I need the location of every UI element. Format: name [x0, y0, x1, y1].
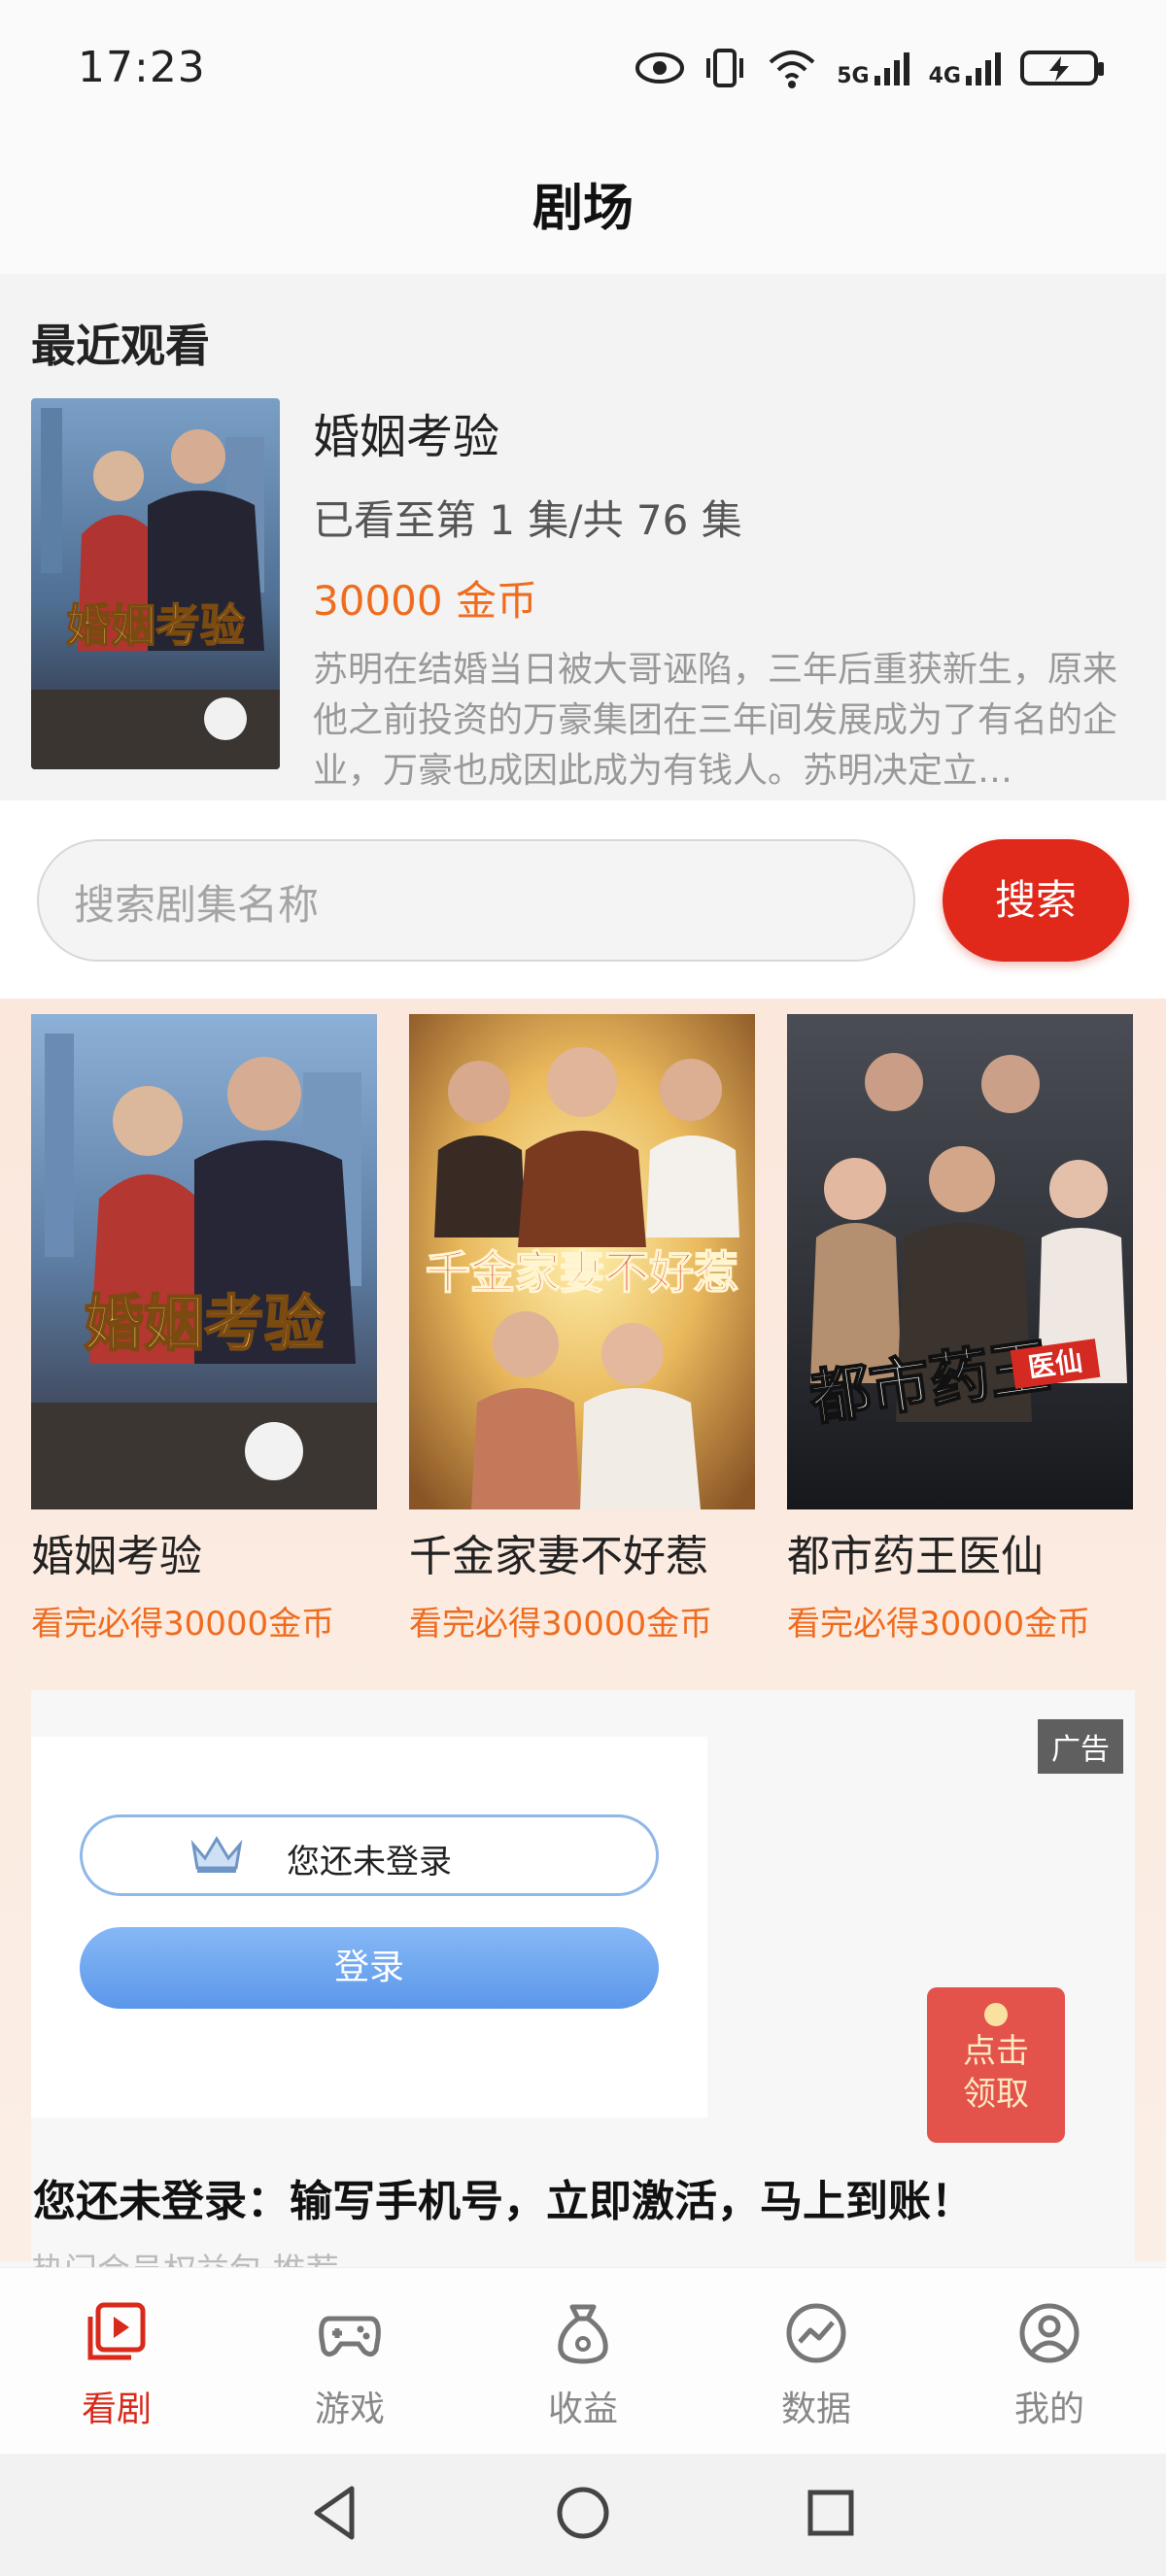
app-header: 剧场 — [0, 146, 1166, 274]
signal-5g-icon: 5G — [837, 49, 910, 87]
tab-label: 看剧 — [81, 2390, 152, 2429]
recently-watched[interactable]: 最近观看 婚姻考验 婚姻考验 已看至第 1 集/共 76 集 30000 金币 … — [0, 274, 1166, 800]
system-nav-bar — [0, 2454, 1166, 2576]
login-button[interactable]: 登录 — [80, 1927, 659, 2009]
gamepad-icon — [319, 2316, 381, 2357]
recent-title: 婚姻考验 — [313, 410, 500, 464]
wifi-icon — [769, 51, 815, 88]
drama-title: 千金家妻不好惹 — [409, 1532, 708, 1581]
ad-badge: 广告 — [1038, 1719, 1123, 1774]
red-packet-line1: 点击 — [963, 2032, 1029, 2071]
drama-title: 都市药王医仙 — [787, 1532, 1044, 1581]
ad-banner[interactable]: 广告 您还未登录 登录 点击 领取 您还未登录：输写手机号，立即激活，马上到账！… — [31, 1690, 1135, 2273]
recent-coins: 30000 金币 — [313, 577, 537, 625]
recent-cover-image[interactable]: 婚姻考验 — [31, 398, 280, 769]
tab-me[interactable]: 我的 — [972, 2299, 1127, 2431]
drama-cover-image[interactable]: 婚姻考验 — [31, 1014, 377, 1509]
vibrate-icon — [706, 49, 744, 87]
play-video-icon — [87, 2302, 146, 2360]
user-profile-icon — [1019, 2303, 1080, 2363]
tab-watch[interactable]: 看剧 — [39, 2299, 194, 2431]
drama-reward: 看完必得30000金币 — [787, 1605, 1091, 1644]
tab-earnings[interactable]: 收益 — [505, 2299, 661, 2431]
recent-description: 苏明在结婚当日被大哥诬陷，三年后重获新生，原来他之前投资的万豪集团在三年间发展成… — [313, 650, 1118, 791]
signal-4g-icon: 4G — [929, 49, 1003, 87]
recent-info: 婚姻考验 已看至第 1 集/共 76 集 30000 金币 苏明在结婚当日被大哥… — [313, 398, 1139, 797]
signal-5g-label: 5G — [837, 64, 870, 88]
search-button[interactable]: 搜索 — [943, 839, 1129, 962]
recent-heading: 最近观看 — [31, 320, 210, 372]
drama-title: 婚姻考验 — [31, 1532, 202, 1581]
drama-cover-image[interactable]: 千金家妻不好惹 — [409, 1014, 755, 1509]
drama-card[interactable]: 千金家妻不好惹 千金家妻不好惹 看完必得30000金币 — [409, 1014, 755, 1644]
search-input[interactable]: 搜索剧集名称 — [37, 839, 915, 962]
search-area: 搜索剧集名称 搜索 — [0, 800, 1166, 999]
tab-label: 收益 — [547, 2390, 618, 2429]
status-bar: 17:23 5G 4G — [0, 0, 1166, 146]
ad-caption: 您还未登录：输写手机号，立即激活，马上到账！ — [33, 2177, 974, 2226]
battery-charging-icon — [1020, 51, 1104, 85]
red-packet-line2: 领取 — [963, 2075, 1029, 2114]
money-bag-icon — [558, 2304, 608, 2364]
tab-label: 数据 — [780, 2390, 851, 2429]
eye-icon — [635, 52, 685, 84]
trend-chart-icon — [786, 2303, 846, 2363]
back-icon[interactable] — [301, 2479, 369, 2547]
login-status-text: 您还未登录 — [287, 1843, 452, 1881]
tab-label: 游戏 — [314, 2390, 385, 2429]
login-status-pill[interactable]: 您还未登录 — [80, 1814, 659, 1896]
tab-data[interactable]: 数据 — [738, 2299, 894, 2431]
tab-games[interactable]: 游戏 — [272, 2299, 428, 2431]
red-packet-button[interactable]: 点击 领取 — [927, 1987, 1065, 2143]
recents-icon[interactable] — [797, 2479, 865, 2547]
recent-cover-title: 婚姻考验 — [66, 599, 245, 652]
signal-4g-label: 4G — [928, 64, 961, 88]
bottom-tab-bar: 看剧 游戏 收益 数据 我的 — [0, 2267, 1166, 2455]
drama-cover-image[interactable]: 都市药王 医仙 — [787, 1014, 1133, 1509]
drama-reward: 看完必得30000金币 — [409, 1605, 713, 1644]
drama-reward: 看完必得30000金币 — [31, 1605, 335, 1644]
recent-progress: 已看至第 1 集/共 76 集 — [313, 496, 742, 544]
search-placeholder: 搜索剧集名称 — [74, 881, 320, 929]
ad-login-panel[interactable]: 您还未登录 登录 — [31, 1737, 707, 2118]
drama-card[interactable]: 婚姻考验 婚姻考验 看完必得30000金币 — [31, 1014, 377, 1644]
status-icons: 5G 4G — [634, 47, 1104, 89]
crown-icon — [190, 1836, 243, 1873]
drama-card[interactable]: 都市药王 医仙 都市药王医仙 看完必得30000金币 — [787, 1014, 1133, 1644]
home-icon[interactable] — [549, 2479, 617, 2547]
tab-label: 我的 — [1013, 2390, 1084, 2429]
drama-poster-title: 婚姻考验 — [84, 1288, 325, 1359]
page-title: 剧场 — [532, 180, 634, 238]
red-packet-dot-icon — [984, 2003, 1008, 2026]
status-time: 17:23 — [78, 43, 206, 92]
drama-poster-title: 千金家妻不好惹 — [426, 1246, 738, 1299]
